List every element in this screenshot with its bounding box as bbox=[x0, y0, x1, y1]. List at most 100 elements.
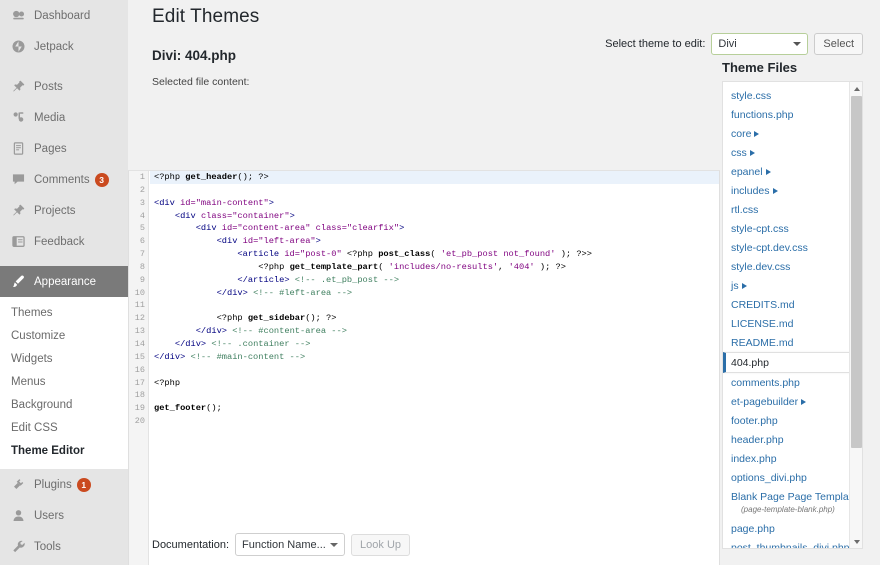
look-up-button[interactable]: Look Up bbox=[351, 534, 410, 556]
sidebar-item-users[interactable]: Users bbox=[0, 500, 128, 531]
theme-file-readme-md[interactable]: README.md bbox=[723, 333, 862, 352]
theme-file-options-divi-php[interactable]: options_divi.php bbox=[723, 468, 862, 487]
line-number: 1 bbox=[129, 171, 148, 184]
sidebar-item-comments[interactable]: Comments 3 bbox=[0, 164, 128, 195]
theme-file-label: page.php bbox=[731, 523, 775, 535]
sidebar-item-posts[interactable]: Posts bbox=[0, 71, 128, 102]
code-line bbox=[150, 389, 719, 402]
theme-file-footer-php[interactable]: footer.php bbox=[723, 411, 862, 430]
sidebar-item-feedback[interactable]: Feedback bbox=[0, 226, 128, 257]
submenu-item-edit-css[interactable]: Edit CSS bbox=[0, 417, 128, 440]
theme-file-label: footer.php bbox=[731, 415, 778, 427]
sidebar-item-label: Comments bbox=[34, 174, 90, 186]
sidebar-item-plugins[interactable]: Plugins1 bbox=[0, 469, 128, 500]
theme-file-page-php[interactable]: page.php bbox=[723, 519, 862, 538]
admin-sidebar: Dashboard Jetpack PostsMediaPages Comments 3… bbox=[0, 0, 128, 565]
theme-file-style-css[interactable]: style.css bbox=[723, 86, 862, 105]
code-line: <?php bbox=[150, 377, 719, 390]
sidebar-item-label: Plugins bbox=[34, 479, 72, 491]
theme-file-style-dev-css[interactable]: style.dev.css bbox=[723, 257, 862, 276]
function-name-dropdown[interactable]: Function Name... bbox=[235, 533, 345, 556]
theme-file-label: README.md bbox=[731, 337, 793, 349]
theme-file-label: CREDITS.md bbox=[731, 299, 795, 311]
submenu-item-themes[interactable]: Themes bbox=[0, 302, 128, 325]
theme-file-license-md[interactable]: LICENSE.md bbox=[723, 314, 862, 333]
line-number: 18 bbox=[129, 389, 148, 402]
line-number: 2 bbox=[129, 184, 148, 197]
sidebar-item-label: Projects bbox=[34, 205, 76, 217]
select-theme-button[interactable]: Select bbox=[814, 33, 863, 55]
theme-file-rtl-css[interactable]: rtl.css bbox=[723, 200, 862, 219]
line-number: 12 bbox=[129, 312, 148, 325]
submenu-item-menus[interactable]: Menus bbox=[0, 371, 128, 394]
documentation-bar: Documentation: Function Name... Look Up bbox=[128, 533, 410, 556]
sidebar-item-dashboard[interactable]: Dashboard bbox=[0, 0, 128, 31]
line-number: 4 bbox=[129, 210, 148, 223]
theme-file-label: css bbox=[731, 147, 747, 159]
theme-file-404-php[interactable]: 404.php bbox=[723, 352, 860, 373]
theme-file-css[interactable]: css bbox=[723, 143, 862, 162]
code-line: <div id="main-content"> bbox=[150, 197, 719, 210]
code-line: </article> <!-- .et_pb_post --> bbox=[150, 274, 719, 287]
theme-file-functions-php[interactable]: functions.php bbox=[723, 105, 862, 124]
scroll-up-arrow-icon[interactable] bbox=[850, 82, 863, 95]
code-line bbox=[150, 184, 719, 197]
sidebar-item-pages[interactable]: Pages bbox=[0, 133, 128, 164]
theme-files-scrollbar[interactable] bbox=[849, 82, 862, 548]
theme-file-credits-md[interactable]: CREDITS.md bbox=[723, 295, 862, 314]
line-number: 19 bbox=[129, 402, 148, 415]
theme-file-blank-page-page-template[interactable]: Blank Page Page Template(page-template-b… bbox=[723, 487, 862, 519]
submenu-item-background[interactable]: Background bbox=[0, 394, 128, 417]
sidebar-item-tools[interactable]: Tools bbox=[0, 531, 128, 562]
theme-files-heading: Theme Files bbox=[722, 60, 863, 75]
code-editor[interactable]: 1234567891011121314151617181920 <?php ge… bbox=[128, 170, 720, 565]
page-title: Edit Themes bbox=[152, 0, 880, 28]
feedback-icon bbox=[9, 233, 27, 251]
sidebar-menu: Dashboard Jetpack PostsMediaPages Comments 3… bbox=[0, 0, 128, 565]
theme-file-includes[interactable]: includes bbox=[723, 181, 862, 200]
theme-file-style-cpt-css[interactable]: style-cpt.css bbox=[723, 219, 862, 238]
theme-select-dropdown[interactable]: Divi bbox=[711, 33, 808, 55]
brush-icon bbox=[9, 273, 27, 291]
scrollbar-thumb[interactable] bbox=[851, 96, 862, 448]
theme-file-core[interactable]: core bbox=[723, 124, 862, 143]
submenu-item-theme-editor[interactable]: Theme Editor bbox=[0, 440, 128, 463]
line-number: 3 bbox=[129, 197, 148, 210]
code-content[interactable]: <?php get_header(); ?> <div id="main-con… bbox=[150, 171, 719, 565]
sidebar-badge: 3 bbox=[95, 173, 109, 187]
theme-file-label: core bbox=[731, 128, 751, 140]
theme-file-js[interactable]: js bbox=[723, 276, 862, 295]
theme-file-et-pagebuilder[interactable]: et-pagebuilder bbox=[723, 392, 862, 411]
comment-bubble-icon bbox=[9, 171, 27, 189]
sidebar-item-label: Jetpack bbox=[34, 41, 74, 53]
submenu-item-widgets[interactable]: Widgets bbox=[0, 348, 128, 371]
documentation-label: Documentation: bbox=[152, 539, 229, 551]
theme-file-label: js bbox=[731, 280, 739, 292]
sidebar-item-appearance[interactable]: Appearance bbox=[0, 266, 128, 297]
theme-file-comments-php[interactable]: comments.php bbox=[723, 373, 862, 392]
admin-page: Dashboard Jetpack PostsMediaPages Comments 3… bbox=[0, 0, 880, 565]
sidebar-item-projects[interactable]: Projects bbox=[0, 195, 128, 226]
code-line: <?php get_sidebar(); ?> bbox=[150, 312, 719, 325]
sidebar-item-jetpack[interactable]: Jetpack bbox=[0, 31, 128, 62]
sidebar-item-label: Appearance bbox=[34, 276, 96, 288]
line-number: 9 bbox=[129, 274, 148, 287]
line-number: 7 bbox=[129, 248, 148, 261]
dashboard-icon bbox=[9, 7, 27, 25]
submenu-item-customize[interactable]: Customize bbox=[0, 325, 128, 348]
scroll-down-arrow-icon[interactable] bbox=[850, 535, 863, 548]
theme-files-panel: Theme Files style.cssfunctions.php core cs… bbox=[722, 60, 863, 549]
theme-file-epanel[interactable]: epanel bbox=[723, 162, 862, 181]
line-number: 6 bbox=[129, 235, 148, 248]
sidebar-item-label: Users bbox=[34, 510, 64, 522]
line-number: 8 bbox=[129, 261, 148, 274]
theme-files-list[interactable]: style.cssfunctions.php core css epanelinclu… bbox=[722, 81, 863, 549]
theme-file-index-php[interactable]: index.php bbox=[723, 449, 862, 468]
theme-file-post-thumbnails-divi-php[interactable]: post_thumbnails_divi.php bbox=[723, 538, 862, 549]
theme-file-header-php[interactable]: header.php bbox=[723, 430, 862, 449]
line-number: 20 bbox=[129, 415, 148, 428]
theme-file-style-cpt-dev-css[interactable]: style-cpt.dev.css bbox=[723, 238, 862, 257]
line-number: 16 bbox=[129, 364, 148, 377]
sidebar-item-media[interactable]: Media bbox=[0, 102, 128, 133]
code-line: </div> <!-- #main-content --> bbox=[150, 351, 719, 364]
